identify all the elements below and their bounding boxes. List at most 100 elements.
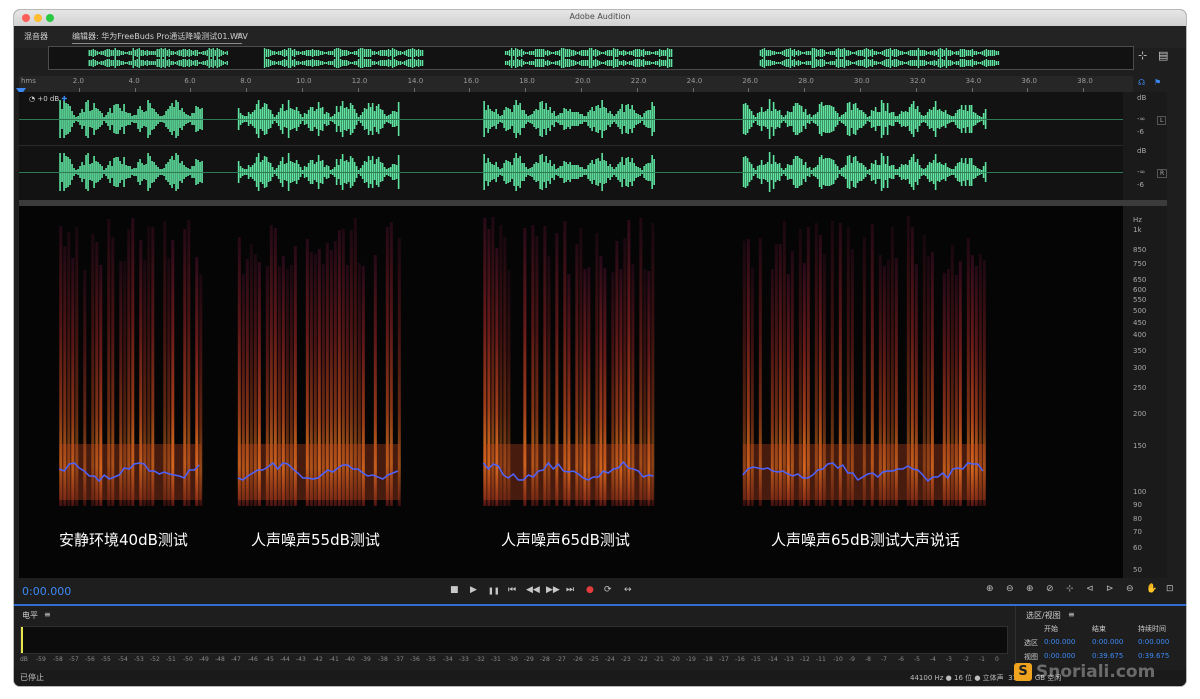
record-button[interactable]: ● xyxy=(586,585,594,595)
overview-sample xyxy=(921,50,924,56)
overview-sample xyxy=(333,59,336,67)
waveform-overview[interactable] xyxy=(48,46,1134,70)
zoom-in-right-icon[interactable]: ⊳ xyxy=(1106,584,1114,594)
spectral-display[interactable]: 安静环境40dB测试 人声噪声55dB测试 人声噪声65dB测试 人声噪声65d… xyxy=(19,206,1123,578)
zoom-out-icon[interactable]: ⊖ xyxy=(1126,584,1134,594)
overview-sample xyxy=(955,61,958,65)
meter-scale-label: -3 xyxy=(946,656,952,663)
overview-sample xyxy=(875,61,878,65)
overview-sample xyxy=(522,61,525,65)
tab-menu-icon[interactable]: ≡ xyxy=(236,30,243,39)
overview-sample xyxy=(198,52,200,54)
overview-sample xyxy=(991,60,994,66)
loop-button[interactable]: ⟳ xyxy=(604,585,612,595)
overview-sample xyxy=(622,50,625,56)
pause-button[interactable]: ❚❚ xyxy=(488,587,500,595)
right-channel-tag[interactable]: R xyxy=(1157,169,1168,178)
view-end-field[interactable]: 0:39.675 xyxy=(1092,652,1123,660)
overview-sample xyxy=(845,60,848,66)
hand-tool-icon[interactable]: ✋ xyxy=(1146,584,1157,594)
overview-sample xyxy=(538,59,541,67)
db-label-neg6-l: -6 xyxy=(1137,128,1144,136)
tab-editor[interactable]: 编辑器: 华为FreeBuds Pro通话降噪测试01.WAV xyxy=(72,31,248,42)
overview-sample xyxy=(801,52,804,54)
overview-sample xyxy=(417,59,420,67)
selection-duration-field[interactable]: 0:00.000 xyxy=(1138,638,1169,646)
zoom-to-selection-icon[interactable]: ⊹ xyxy=(1138,49,1147,62)
play-button[interactable]: ▶ xyxy=(470,585,477,595)
overview-sample xyxy=(566,59,569,67)
view-start-field[interactable]: 0:00.000 xyxy=(1044,652,1075,660)
overview-sample xyxy=(638,49,641,57)
selection-start-field[interactable]: 0:00.000 xyxy=(1044,638,1075,646)
overview-sample xyxy=(865,58,868,68)
to-start-button[interactable]: ⏮ xyxy=(508,585,516,595)
zoom-in-time-icon[interactable]: ⊕ xyxy=(1026,584,1034,594)
zoom-out-full-icon[interactable]: ⊘ xyxy=(1046,584,1054,594)
overview-sample xyxy=(124,62,126,64)
overview-sample xyxy=(421,50,424,56)
meter-scale-label: -44 xyxy=(280,656,290,663)
overview-sample xyxy=(773,51,776,55)
headphone-icon[interactable]: ☊ xyxy=(1138,78,1148,90)
zoom-out-amplitude-icon[interactable]: ⊖ xyxy=(1006,584,1014,594)
overview-sample xyxy=(341,60,344,66)
zoom-reset-icon[interactable]: ⊡ xyxy=(1166,584,1174,594)
timecode-display[interactable]: 0:00.000 xyxy=(22,585,71,598)
overview-sample xyxy=(592,50,595,56)
overview-sample xyxy=(997,51,1000,55)
overview-sample xyxy=(178,50,180,56)
overview-sample xyxy=(564,59,567,67)
overview-sample xyxy=(582,60,585,66)
overview-sample xyxy=(524,62,527,64)
overview-sample xyxy=(863,59,866,67)
overview-sample xyxy=(885,59,888,67)
overview-sample xyxy=(616,59,619,67)
time-ruler[interactable]: hms 2.0 4.0 6.0 8.0 10.0 12.0 14.0 16.0 18.0 20.0… xyxy=(19,76,1133,93)
overview-sample xyxy=(401,62,404,64)
left-channel-tag[interactable]: L xyxy=(1157,116,1167,125)
overview-sample xyxy=(604,51,607,55)
overview-sample xyxy=(578,61,581,65)
overview-sample xyxy=(660,50,663,56)
overview-sample xyxy=(389,60,392,66)
overview-sample xyxy=(889,58,892,68)
stop-button[interactable]: ■ xyxy=(450,585,459,595)
hud-pin-icon[interactable]: ✚ xyxy=(61,95,67,103)
fast-forward-button[interactable]: ▶▶ xyxy=(546,585,560,595)
overview-menu-icon[interactable]: ▤ xyxy=(1158,49,1168,62)
waveform-display[interactable]: ◔ +0 dB ✚ xyxy=(19,92,1123,200)
overview-sample xyxy=(212,58,214,68)
skip-selection-button[interactable]: ↔ xyxy=(624,585,632,595)
overview-sample xyxy=(166,60,168,66)
to-end-button[interactable]: ⏭ xyxy=(566,585,574,595)
overview-sample xyxy=(648,61,651,65)
selection-end-field[interactable]: 0:00.000 xyxy=(1092,638,1123,646)
hud-volume[interactable]: ◔ +0 dB ✚ xyxy=(29,95,67,103)
meter-scale-label: -43 xyxy=(296,656,306,663)
rewind-button[interactable]: ◀◀ xyxy=(526,585,540,595)
overview-sample xyxy=(813,48,816,58)
overview-sample xyxy=(303,51,306,55)
zoom-in-amplitude-icon[interactable]: ⊕ xyxy=(986,584,994,594)
zoom-to-selection-icon[interactable]: ⊹ xyxy=(1066,584,1074,594)
selection-menu-icon[interactable]: ≡ xyxy=(1068,610,1075,619)
tab-mixer[interactable]: 混音器 xyxy=(24,31,48,42)
overview-sample xyxy=(538,49,541,57)
overview-sample xyxy=(220,60,222,66)
overview-sample xyxy=(987,60,990,66)
overview-sample xyxy=(152,61,154,65)
overview-sample xyxy=(371,51,374,55)
zoom-in-left-icon[interactable]: ⊲ xyxy=(1086,584,1094,594)
overview-sample xyxy=(811,58,814,68)
overview-sample xyxy=(279,61,282,65)
overview-sample xyxy=(544,61,547,65)
view-duration-field[interactable]: 0:39.675 xyxy=(1138,652,1169,660)
levels-menu-icon[interactable]: ≡ xyxy=(44,610,51,619)
overview-sample xyxy=(96,51,98,55)
overview-sample xyxy=(550,62,553,64)
overview-sample xyxy=(781,61,784,65)
pin-icon[interactable]: ⚑ xyxy=(1154,78,1164,90)
volume-knob-icon[interactable]: ◔ xyxy=(29,95,35,103)
overview-sample xyxy=(518,60,521,66)
